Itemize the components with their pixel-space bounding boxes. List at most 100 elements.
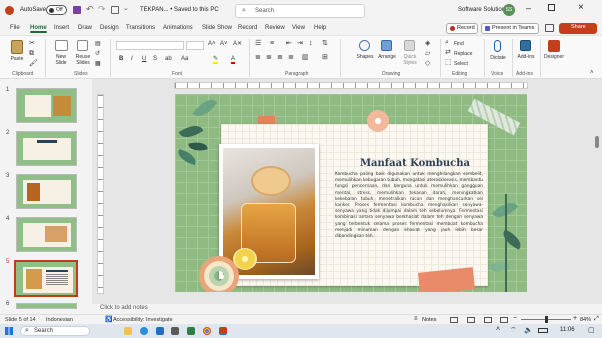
- clear-formatting-icon[interactable]: A✕: [233, 41, 242, 47]
- character-spacing-icon[interactable]: ab: [165, 56, 172, 62]
- quick-styles-icon[interactable]: [404, 40, 415, 51]
- tab-transitions[interactable]: Transitions: [126, 25, 155, 31]
- strikethrough-icon[interactable]: S: [153, 56, 157, 62]
- tab-animations[interactable]: Animations: [163, 25, 193, 31]
- reset-icon[interactable]: ↺: [95, 51, 100, 57]
- designer-button[interactable]: Designer: [543, 54, 565, 60]
- accessibility-icon[interactable]: ♿: [105, 316, 112, 323]
- tray-chevron-icon[interactable]: ˄: [496, 326, 500, 333]
- store-icon[interactable]: [171, 327, 179, 335]
- paste-button[interactable]: Paste: [8, 56, 26, 62]
- underline-icon[interactable]: U: [142, 56, 146, 62]
- select-button[interactable]: Select: [454, 61, 468, 67]
- designer-icon[interactable]: [548, 40, 560, 52]
- accessibility-status[interactable]: Accessibility: Investigate: [113, 317, 173, 323]
- microphone-icon[interactable]: [494, 40, 501, 52]
- normal-view-icon[interactable]: [450, 317, 458, 323]
- avatar[interactable]: SS: [503, 4, 515, 16]
- align-center-icon[interactable]: ≣: [266, 54, 272, 61]
- slide-title[interactable]: Manfaat Kombucha: [340, 158, 490, 169]
- tab-design[interactable]: Design: [100, 25, 119, 31]
- reuse-slides-icon[interactable]: [77, 40, 88, 51]
- highlight-icon[interactable]: ✎: [213, 56, 219, 64]
- notifications-icon[interactable]: ▢: [588, 326, 595, 334]
- arrange-button[interactable]: Arrange: [375, 54, 399, 60]
- document-title[interactable]: TEKPAN... • Saved to this PC: [140, 6, 219, 14]
- bullets-icon[interactable]: ☰: [255, 40, 261, 47]
- new-slide-icon[interactable]: [55, 40, 68, 51]
- slide-canvas[interactable]: Manfaat Kombucha Kombucha paling baik di…: [175, 94, 527, 292]
- slide-thumbnail[interactable]: [16, 174, 77, 209]
- close-icon[interactable]: ×: [578, 2, 584, 13]
- battery-icon[interactable]: [538, 328, 548, 333]
- shapes-icon[interactable]: [359, 40, 370, 51]
- share-button[interactable]: Share: [559, 23, 597, 34]
- find-icon[interactable]: ⌕: [445, 39, 449, 46]
- arrange-icon[interactable]: [381, 40, 392, 51]
- redo-icon[interactable]: ↷: [98, 4, 106, 15]
- font-name-dropdown[interactable]: [116, 41, 184, 50]
- slideshow-icon[interactable]: [500, 317, 508, 323]
- collapse-ribbon-icon[interactable]: ˄: [590, 70, 594, 76]
- numbering-icon[interactable]: ≡: [270, 40, 274, 47]
- language-status[interactable]: Indonesian: [46, 317, 73, 323]
- save-icon[interactable]: [73, 6, 81, 14]
- cut-icon[interactable]: ✂: [29, 40, 35, 47]
- notes-toggle[interactable]: Notes: [422, 317, 436, 323]
- change-case-icon[interactable]: Aa: [181, 56, 188, 62]
- new-slide-button[interactable]: New Slide: [52, 54, 70, 66]
- app-icon[interactable]: [187, 327, 195, 335]
- decrease-font-icon[interactable]: A˅: [220, 41, 228, 47]
- record-button[interactable]: Record: [446, 23, 478, 34]
- zoom-level[interactable]: 84%: [580, 317, 591, 323]
- tab-home[interactable]: Home: [30, 25, 47, 33]
- chrome-icon[interactable]: [203, 327, 211, 335]
- volume-icon[interactable]: 🔈: [524, 326, 533, 334]
- replace-icon[interactable]: ⇄: [445, 49, 451, 56]
- tab-review[interactable]: Review: [265, 25, 285, 31]
- tab-view[interactable]: View: [292, 25, 305, 31]
- tab-insert[interactable]: Insert: [54, 25, 69, 31]
- zoom-out-icon[interactable]: −: [513, 315, 517, 322]
- slide-thumbnail[interactable]: [16, 303, 77, 309]
- slide-sorter-icon[interactable]: [467, 317, 475, 323]
- italic-icon[interactable]: I: [131, 56, 133, 62]
- notes-icon[interactable]: ≡: [414, 316, 418, 322]
- search-box[interactable]: ⌕ Search: [235, 4, 365, 18]
- copy-icon[interactable]: ⧉: [29, 50, 34, 57]
- slide-body-text[interactable]: Kombucha paling baik digunakan untuk men…: [335, 172, 483, 240]
- comments-icon[interactable]: [545, 24, 554, 32]
- minimize-icon[interactable]: –: [526, 3, 531, 13]
- quick-styles-button[interactable]: Quick Styles: [400, 54, 420, 66]
- format-painter-icon[interactable]: 🖌: [29, 60, 38, 67]
- fit-slide-icon[interactable]: ⤢: [594, 316, 599, 323]
- slide-thumbnail[interactable]: [16, 88, 77, 123]
- notes-pane[interactable]: Click to add notes: [92, 304, 602, 314]
- kombucha-photo[interactable]: [219, 144, 319, 279]
- tab-slide-show[interactable]: Slide Show: [202, 25, 232, 31]
- slide-thumbnail[interactable]: [16, 131, 77, 166]
- shape-effects-icon[interactable]: ◇: [425, 60, 430, 67]
- notes-placeholder[interactable]: Click to add notes: [100, 305, 148, 311]
- font-color-icon[interactable]: A: [231, 56, 236, 64]
- undo-icon[interactable]: ↶: [86, 4, 94, 15]
- account-name[interactable]: Software Solution: [458, 6, 505, 14]
- tab-record[interactable]: Record: [238, 25, 257, 31]
- edge-icon[interactable]: [140, 327, 148, 335]
- file-explorer-icon[interactable]: [124, 327, 132, 335]
- justify-icon[interactable]: ≣: [288, 54, 294, 61]
- font-size-dropdown[interactable]: [186, 41, 204, 50]
- slide-thumbnail-selected[interactable]: [14, 260, 78, 297]
- select-icon[interactable]: ⬚: [445, 59, 452, 66]
- mail-icon[interactable]: [156, 327, 164, 335]
- network-icon[interactable]: ⌔: [510, 326, 517, 335]
- present-quick-icon[interactable]: [111, 6, 119, 14]
- zoom-in-icon[interactable]: +: [573, 315, 577, 322]
- taskbar-search-box[interactable]: ⌕ Search: [20, 326, 90, 336]
- tab-help[interactable]: Help: [314, 25, 326, 31]
- autosave-toggle[interactable]: Off: [46, 5, 67, 15]
- increase-font-icon[interactable]: A˄: [208, 41, 216, 47]
- dictate-button[interactable]: Dictate: [488, 55, 508, 61]
- powerpoint-taskbar-icon[interactable]: [219, 327, 227, 335]
- decrease-indent-icon[interactable]: ⇤: [286, 40, 292, 47]
